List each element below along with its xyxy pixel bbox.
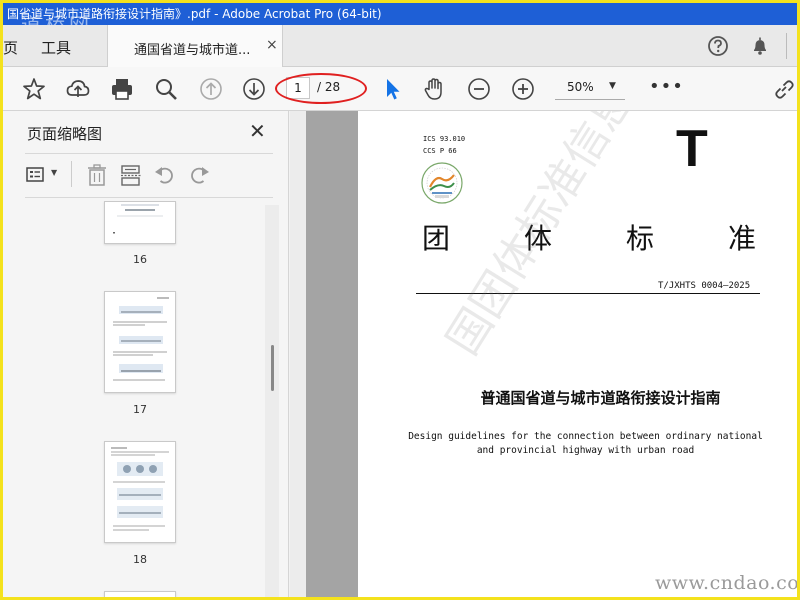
heading-char: 团 [422,222,451,255]
tab-document[interactable]: 通国省道与城市道... × [107,25,283,67]
bell-icon[interactable] [749,35,771,57]
title-bar: 国省道与城市道路衔接设计指南》.pdf - Adobe Acrobat Pro … [3,3,797,25]
help-icon[interactable] [707,35,729,57]
zoom-in-icon[interactable] [510,76,536,102]
tab-bar: 页 工具 通国省道与城市道... × [3,25,797,67]
ics-code: ICS 93.010 [423,135,466,143]
thumbnail-page[interactable] [104,441,176,543]
app-window: 国省道与城市道路衔接设计指南》.pdf - Adobe Acrobat Pro … [0,0,800,600]
zoom-dropdown-caret-icon[interactable]: ▼ [609,81,616,91]
annotation-oval [275,73,367,104]
thumbnail-label: 18 [133,553,147,566]
thumbnail-options-icon[interactable] [25,163,49,187]
document-title-en-line2: and provincial highway with urban road [476,445,695,456]
heading-char: 准 [727,222,756,255]
main-toolbar: 1 / 28 50% ▼ ••• [3,67,797,111]
thumbnail-content [113,204,163,234]
search-icon[interactable] [153,76,179,102]
toolbar-separator [786,33,787,59]
panel-title: 页面缩略图 [27,125,103,143]
thumbnail-scrollbar-thumb[interactable] [271,345,274,391]
panel-tool-separator [71,161,72,187]
thumbnail-scrollbar-track[interactable] [265,205,279,597]
link-icon[interactable] [771,76,797,102]
zoom-level[interactable]: 50% [567,80,594,94]
print-icon[interactable] [109,76,135,102]
rotate-right-icon[interactable] [187,163,211,187]
thumbnail-content [111,447,169,531]
thumbnail-page[interactable] [104,291,176,393]
thumbnail-content [113,297,169,381]
delete-page-icon[interactable] [85,163,109,187]
star-icon[interactable] [21,76,47,102]
standard-number: T/JXHTS 0004—2025 [658,281,751,291]
watermark-url: www.cndao.com [655,572,800,594]
zoom-out-icon[interactable] [466,76,492,102]
select-cursor-icon[interactable] [379,76,405,102]
tab-home[interactable]: 页 [3,37,18,58]
document-heading: 团 体 标 准 [422,217,756,257]
hand-icon[interactable] [421,76,447,102]
standard-type-letter: T [676,120,708,178]
cloud-upload-icon[interactable] [65,76,91,102]
thumbnail-page[interactable] [104,201,176,244]
previous-page-icon[interactable] [198,76,224,102]
panel-close-icon[interactable]: ✕ [249,119,266,143]
tab-tools[interactable]: 工具 [41,37,71,58]
pdf-page: ICS 93.010 CCS P 66 T 团 体 标 准 T/JXHTS 00… [358,111,797,597]
rotate-left-icon[interactable] [153,163,177,187]
thumbnail-list: 16 17 18 [3,201,279,597]
viewer-margin [306,111,358,597]
document-title-zh: 普通国省道与城市道路衔接设计指南 [480,389,721,407]
thumbnail-page[interactable] [104,591,176,597]
options-caret-icon[interactable]: ▼ [51,168,57,177]
panel-divider [25,197,273,198]
tab-document-label: 通国省道与城市道... [134,43,251,58]
zoom-underline [555,99,625,100]
next-page-icon[interactable] [241,76,267,102]
tab-close-icon[interactable]: × [266,37,278,53]
heading-char: 标 [625,222,654,255]
more-tools-icon[interactable]: ••• [649,76,684,97]
ccs-code: CCS P 66 [423,147,457,155]
panel-divider [25,153,273,154]
thumbnail-label: 17 [133,403,147,416]
thumbnails-panel: 页面缩略图 ✕ ▼ 16 17 18 [3,111,289,597]
thumbnail-label: 16 [133,253,147,266]
document-title-en-line1: Design guidelines for the connection bet… [408,431,763,442]
extract-page-icon[interactable] [119,163,143,187]
association-seal-icon [421,162,463,204]
